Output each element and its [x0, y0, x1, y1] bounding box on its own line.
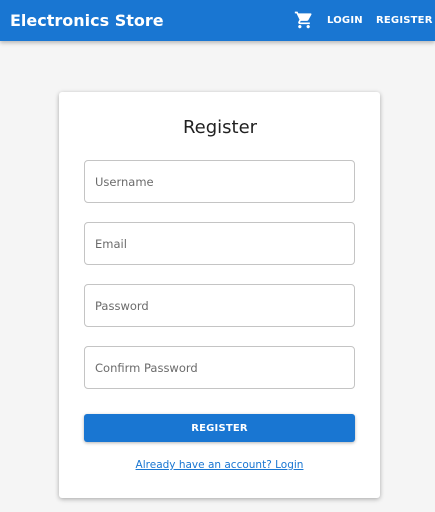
password-input[interactable] [84, 284, 355, 327]
register-submit-button[interactable]: REGISTER [84, 414, 355, 442]
login-link[interactable]: Already have an account? Login [84, 459, 355, 471]
brand-title[interactable]: Electronics Store [10, 11, 164, 30]
shopping-cart-icon[interactable] [294, 10, 314, 30]
confirm-password-input[interactable] [84, 346, 355, 389]
nav-login-button[interactable]: LOGIN [327, 0, 363, 41]
email-input[interactable] [84, 222, 355, 265]
username-input[interactable] [84, 160, 355, 203]
app-bar: Electronics Store [0, 0, 435, 41]
nav-register-button[interactable]: REGISTER [376, 0, 433, 41]
form-title: Register [182, 117, 258, 138]
